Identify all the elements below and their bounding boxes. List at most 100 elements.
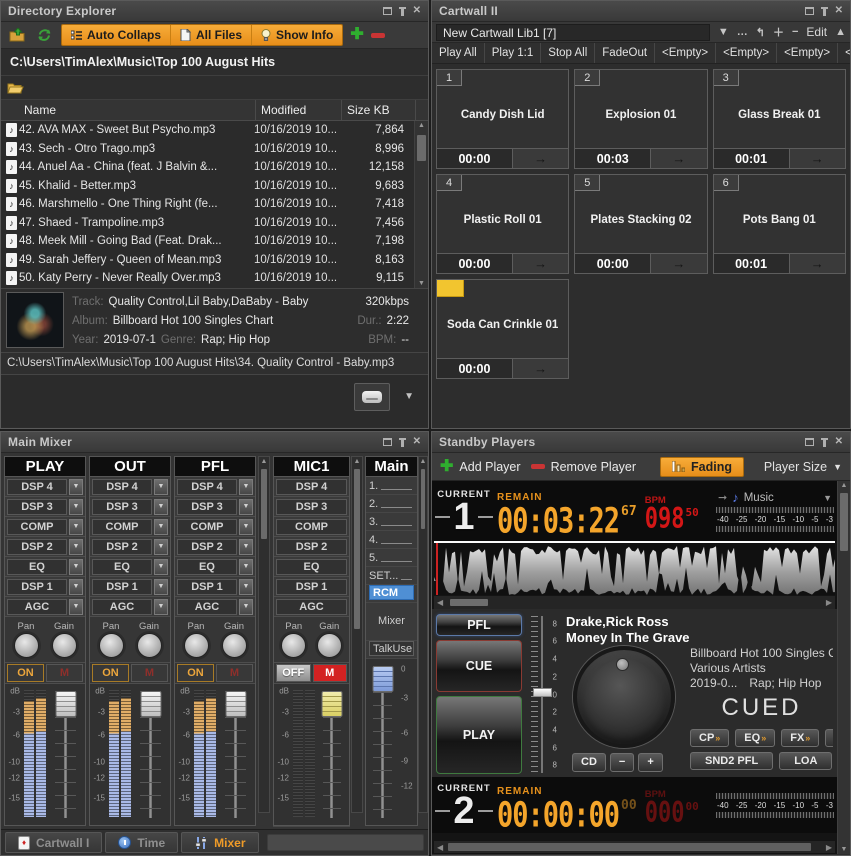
cart-play-mode-button[interactable]: → xyxy=(790,254,845,273)
fader-handle[interactable] xyxy=(225,691,246,717)
chevron-down-icon[interactable]: ▼ xyxy=(69,539,83,555)
refresh-button[interactable] xyxy=(34,25,54,45)
cart-cell[interactable]: 5Plates Stacking 0200:00→ xyxy=(574,174,707,274)
waveform-display[interactable] xyxy=(434,541,835,595)
close-icon[interactable]: ✕ xyxy=(835,437,843,447)
pin-icon[interactable] xyxy=(823,438,826,447)
scroll-right-icon[interactable]: ▶ xyxy=(826,843,832,852)
dsp-slot[interactable]: AGC xyxy=(274,597,349,617)
dsp-slot[interactable]: DSP 3▼ xyxy=(175,497,255,517)
main-bus-slot[interactable]: SET... xyxy=(366,567,417,585)
pan-knob[interactable] xyxy=(281,633,306,658)
scroll-up-icon[interactable]: ▲ xyxy=(352,457,362,466)
file-row[interactable]: ♪45. Khalid - Better.mp310/16/2019 10...… xyxy=(1,177,414,196)
gain-knob[interactable] xyxy=(317,633,342,658)
scrollbar-thumb[interactable] xyxy=(261,469,267,539)
dsp-slot[interactable]: DSP 3▼ xyxy=(90,497,170,517)
dsp-slot[interactable]: EQ▼ xyxy=(175,557,255,577)
maximize-icon[interactable] xyxy=(805,7,814,15)
dsp-slot[interactable]: DSP 2▼ xyxy=(90,537,170,557)
channel-mute-button[interactable]: M xyxy=(216,664,253,682)
main-bus-slot[interactable]: 4. xyxy=(366,531,417,549)
cart-play-mode-button[interactable]: → xyxy=(651,254,706,273)
dsp-slot[interactable]: AGC▼ xyxy=(90,597,170,617)
file-row[interactable]: ♪42. AVA MAX - Sweet But Psycho.mp310/16… xyxy=(1,121,414,140)
cartwall-function-button[interactable]: <Empty> xyxy=(777,43,838,63)
show-info-toggle[interactable]: Show Info xyxy=(252,25,342,45)
chevron-down-icon[interactable]: ▼ xyxy=(239,499,253,515)
chevron-down-icon[interactable]: ▼ xyxy=(239,559,253,575)
library-dropdown-icon[interactable]: ▼ xyxy=(718,26,729,38)
chevron-down-icon[interactable]: ▼ xyxy=(154,519,168,535)
channel-power-button[interactable]: ON xyxy=(92,664,129,682)
mixer-scrollbar-1[interactable]: ▲ xyxy=(258,456,270,813)
main-bus-slot[interactable]: 5. xyxy=(366,549,417,567)
auto-collapse-toggle[interactable]: Auto Collaps xyxy=(62,25,171,45)
file-row[interactable]: ♪47. Shaed - Trampoline.mp310/16/2019 10… xyxy=(1,214,414,233)
cart-cell[interactable]: 3Glass Break 0100:01→ xyxy=(713,69,846,169)
edit-button[interactable]: Edit xyxy=(806,25,827,39)
file-row[interactable]: ♪43. Sech - Otro Trago.mp310/16/2019 10.… xyxy=(1,140,414,159)
folder-up-button[interactable] xyxy=(7,25,27,45)
mixer-scrollbar-2[interactable]: ▲ xyxy=(351,456,363,813)
cartwall-function-button[interactable]: Play All xyxy=(432,43,485,63)
cartwall-function-button[interactable]: Stop All xyxy=(541,43,595,63)
scrollbar-thumb[interactable] xyxy=(421,469,425,529)
chevron-down-icon[interactable]: ▼ xyxy=(69,559,83,575)
dsp-slot[interactable]: DSP 2▼ xyxy=(5,537,85,557)
close-icon[interactable]: ✕ xyxy=(835,6,843,16)
directory-tree-root[interactable] xyxy=(1,76,428,100)
chevron-down-icon[interactable]: ▼ xyxy=(404,391,414,402)
maximize-icon[interactable] xyxy=(805,438,814,446)
dsp-slot[interactable]: DSP 2 xyxy=(274,537,349,557)
loa-button[interactable]: LOA xyxy=(779,752,832,770)
scrollbar-thumb[interactable] xyxy=(840,493,848,551)
chevron-down-icon[interactable]: ▼ xyxy=(239,579,253,595)
chevron-down-icon[interactable]: ▼ xyxy=(69,499,83,515)
chevron-down-icon[interactable]: ▼ xyxy=(239,539,253,555)
collapse-up-icon[interactable]: ▲ xyxy=(835,26,846,38)
pin-icon[interactable] xyxy=(401,438,404,447)
chevron-down-icon[interactable]: ▼ xyxy=(69,599,83,615)
chevron-down-icon[interactable]: ▼ xyxy=(239,519,253,535)
cartwall-function-button[interactable]: FadeOut xyxy=(595,43,655,63)
scroll-right-icon[interactable]: ▶ xyxy=(826,598,832,607)
cartwall-function-button[interactable]: Play 1:1 xyxy=(485,43,542,63)
cue-button[interactable]: CUE xyxy=(436,640,522,692)
pfl-button[interactable]: PFL xyxy=(436,614,522,636)
cart-cell[interactable]: 6Pots Bang 0100:01→ xyxy=(713,174,846,274)
fading-toggle[interactable]: Fading xyxy=(660,457,744,477)
pitch-handle[interactable] xyxy=(533,688,552,697)
dsp-slot[interactable]: EQ▼ xyxy=(90,557,170,577)
scroll-down-icon[interactable]: ▼ xyxy=(838,845,850,854)
main-bus-slot[interactable]: 1. xyxy=(366,477,417,495)
dsp-slot[interactable]: DSP 1▼ xyxy=(90,577,170,597)
eq-button[interactable]: EQ» xyxy=(735,729,775,747)
channel-fader[interactable] xyxy=(47,688,84,821)
channel-power-button[interactable]: ON xyxy=(177,664,214,682)
dsp-slot[interactable]: AGC▼ xyxy=(175,597,255,617)
file-row[interactable]: ♪48. Meek Mill - Going Bad (Feat. Drak..… xyxy=(1,232,414,251)
channel-fader[interactable] xyxy=(132,688,169,821)
main-bus-slot[interactable]: 3. xyxy=(366,513,417,531)
dsp-slot[interactable]: EQ xyxy=(274,557,349,577)
chevron-down-icon[interactable]: ▼ xyxy=(154,479,168,495)
file-list-scrollbar[interactable]: ▲ ▼ xyxy=(414,121,428,288)
file-row[interactable]: ♪49. Sarah Jeffery - Queen of Mean.mp310… xyxy=(1,251,414,270)
pan-knob[interactable] xyxy=(14,633,39,658)
cp-button[interactable]: CP» xyxy=(690,729,729,747)
main-bus-talkuse[interactable]: TalkUse xyxy=(366,641,417,659)
scrollbar-thumb[interactable] xyxy=(354,469,360,629)
scroll-left-icon[interactable]: ◀ xyxy=(437,598,443,607)
chevron-down-icon[interactable]: ▼ xyxy=(154,599,168,615)
library-remove-button[interactable]: − xyxy=(792,26,798,38)
gain-knob[interactable] xyxy=(52,633,77,658)
fader-handle[interactable] xyxy=(140,691,161,717)
pitch-plus-button[interactable]: + xyxy=(638,753,662,772)
dsp-slot[interactable]: AGC▼ xyxy=(5,597,85,617)
dsp-slot[interactable]: DSP 1▼ xyxy=(5,577,85,597)
column-header-modified[interactable]: Modified xyxy=(256,100,342,120)
close-icon[interactable]: ✕ xyxy=(413,437,421,447)
channel-fader[interactable] xyxy=(316,688,348,821)
pitch-slider[interactable]: 864202468 xyxy=(528,614,560,775)
